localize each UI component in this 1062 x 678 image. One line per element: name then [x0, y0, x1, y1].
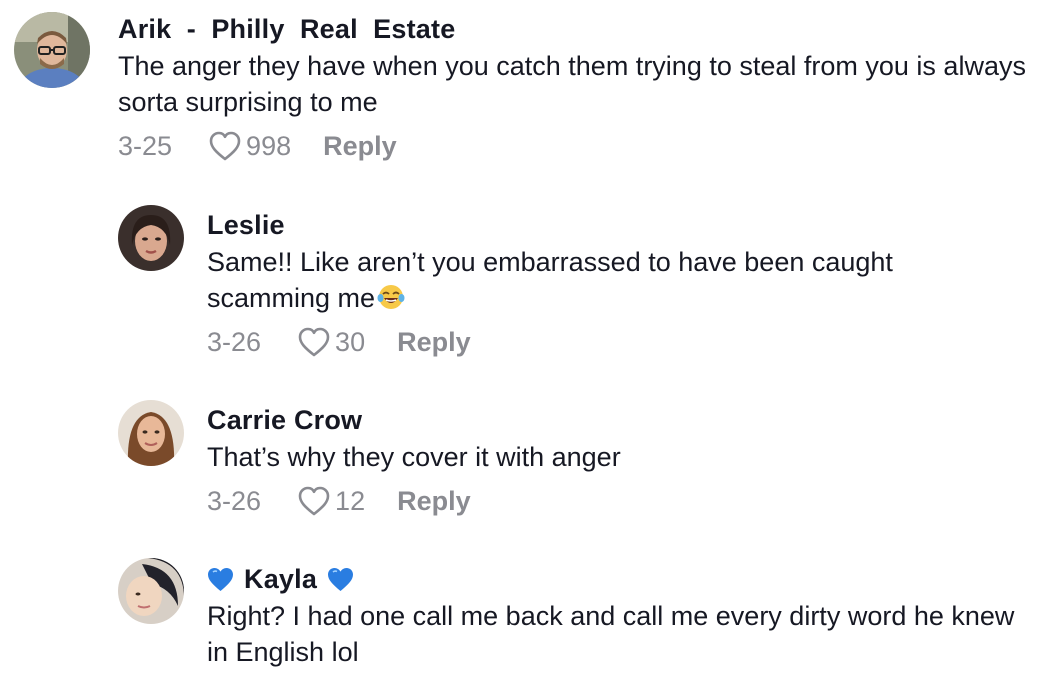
comment-username[interactable]: Leslie — [207, 208, 1042, 242]
avatar[interactable] — [118, 558, 184, 624]
comment-date: 3-26 — [207, 485, 262, 516]
like-count: 30 — [335, 326, 366, 357]
like-button[interactable]: 998 — [208, 130, 291, 162]
comment-text: Same!! Like aren’t you embarrassed to ha… — [207, 247, 893, 313]
comment-arik: Arik - Philly Real Estate The anger they… — [0, 0, 1062, 180]
like-count: 12 — [335, 485, 366, 516]
like-button[interactable]: 30 — [297, 326, 365, 358]
like-count: 998 — [246, 130, 292, 161]
heart-outline-icon — [298, 486, 330, 516]
comment-kayla: Kayla Right? I had one call me back and … — [0, 556, 1062, 678]
comment-meta: 3-26 12 Reply — [207, 481, 1042, 521]
comment-text: The anger they have when you catch them … — [118, 51, 1026, 117]
comment-text: That’s why they cover it with anger — [207, 442, 621, 472]
avatar[interactable] — [118, 400, 184, 466]
tears-of-joy-emoji-icon — [377, 285, 405, 309]
avatar[interactable] — [14, 12, 90, 88]
comment-date: 3-26 — [207, 326, 262, 357]
blue-heart-emoji-icon — [208, 567, 233, 591]
heart-outline-icon — [209, 131, 241, 161]
reply-button[interactable]: Reply — [397, 327, 471, 358]
comment-leslie: Leslie Same!! Like aren’t you embarrasse… — [0, 200, 1062, 380]
comment-text: Right? I had one call me back and call m… — [207, 601, 1015, 667]
reply-button[interactable]: Reply — [323, 131, 397, 162]
reply-button[interactable]: Reply — [397, 486, 471, 517]
like-button[interactable]: 12 — [297, 485, 365, 517]
comment-date: 3-25 — [118, 130, 173, 161]
comment-carrie-crow: Carrie Crow That’s why they cover it wit… — [0, 398, 1062, 548]
comment-username[interactable]: Carrie Crow — [207, 403, 1042, 437]
comment-meta: 3-26 30 Reply — [207, 322, 1042, 362]
comment-username[interactable]: Kayla — [207, 562, 1042, 596]
comment-username[interactable]: Arik - Philly Real Estate — [118, 12, 1042, 46]
comment-meta: 3-25 998 Reply — [118, 126, 1042, 166]
heart-outline-icon — [298, 327, 330, 357]
avatar[interactable] — [118, 205, 184, 271]
blue-heart-emoji-icon — [328, 567, 354, 591]
